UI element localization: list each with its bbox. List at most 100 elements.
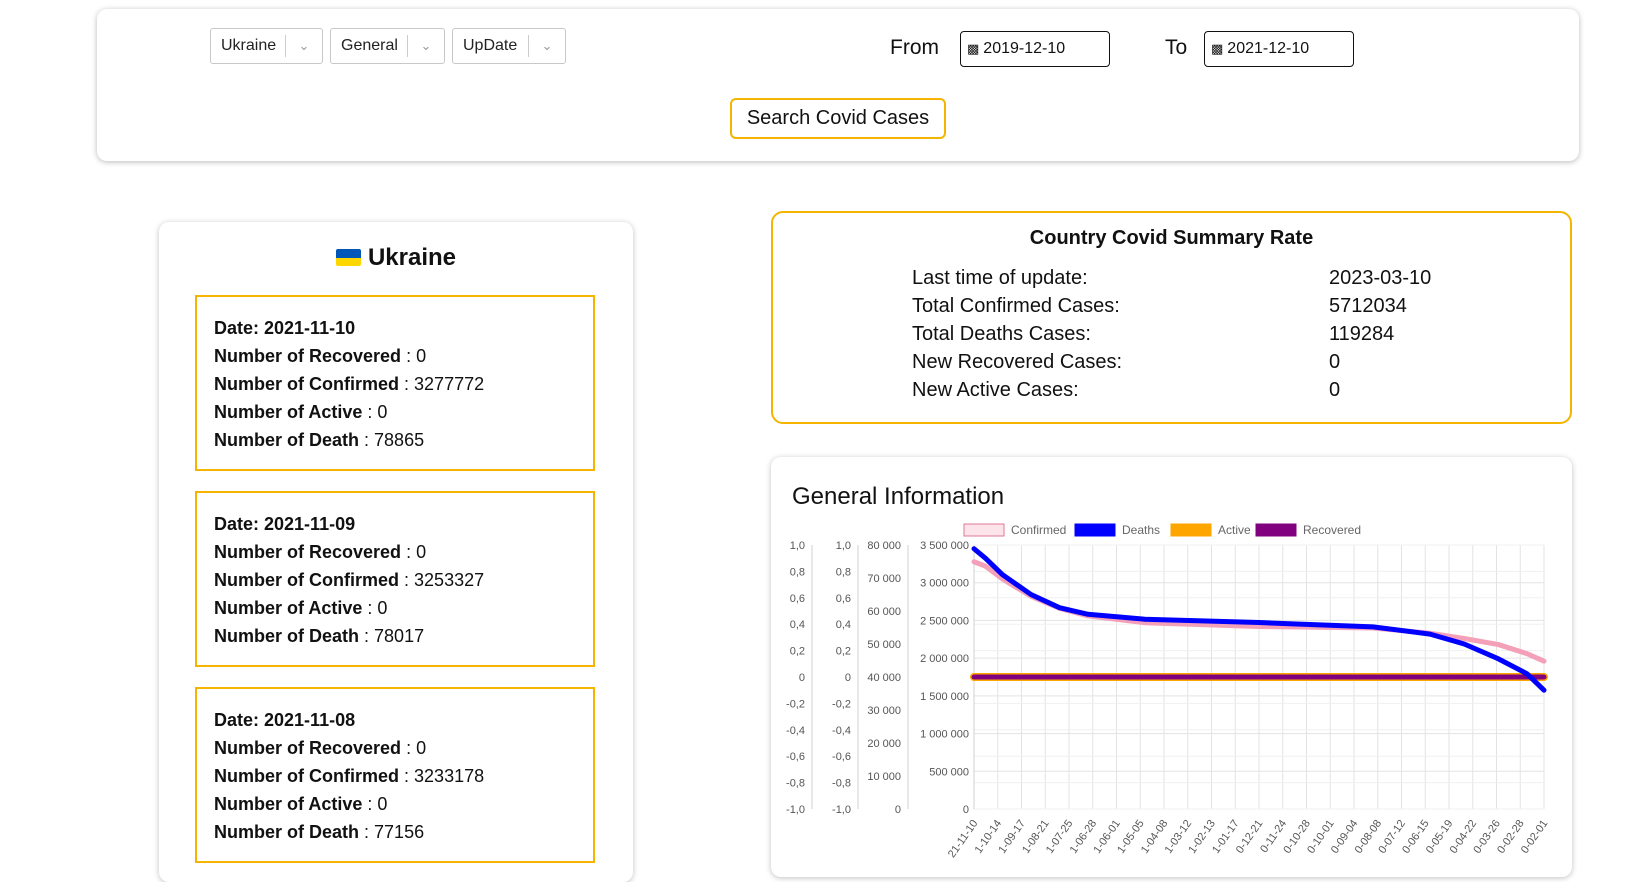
death-value: : 77156 (364, 822, 425, 842)
summary-value: 0 (1329, 351, 1341, 373)
summary-label: New Active Cases: (912, 379, 1079, 401)
chevron-down-icon[interactable]: ⌄ (408, 38, 444, 54)
recovered-value: : 0 (406, 542, 427, 562)
legend-swatch (963, 523, 1005, 537)
y-tick-label: 0,6 (790, 593, 805, 605)
summary-value: 5712034 (1329, 295, 1407, 317)
legend-swatch (1074, 523, 1116, 537)
recovered-label: Number of Recovered (214, 542, 402, 562)
y-tick-label: 3 000 000 (920, 578, 969, 590)
country-records-card: Ukraine Date: 2021-11-10 Number of Recov… (159, 222, 633, 882)
chevron-down-icon[interactable]: ⌄ (529, 38, 565, 54)
y-tick-label: 0,4 (790, 619, 805, 631)
summary-value: 119284 (1329, 323, 1395, 345)
y-tick-label: 1,0 (836, 540, 851, 552)
calendar-icon: ▩ (1211, 41, 1224, 56)
summary-label: Total Confirmed Cases: (912, 295, 1120, 317)
active-label: Number of Active (214, 402, 363, 422)
summary-card: Country Covid Summary Rate Last time of … (771, 211, 1572, 424)
y-tick-label: -0,2 (786, 698, 805, 710)
recovered-value: : 0 (406, 738, 427, 758)
record-date: Date: 2021-11-10 (214, 318, 356, 338)
country-heading: Ukraine (159, 244, 633, 272)
record-card: Date: 2021-11-08 Number of Recovered : 0… (195, 687, 595, 863)
y-tick-label: 40 000 (867, 672, 901, 684)
y-tick-label: -0,4 (786, 725, 805, 737)
death-value: : 78017 (364, 626, 425, 646)
country-name: Ukraine (367, 244, 457, 271)
recovered-value: : 0 (406, 346, 427, 366)
confirmed-value: : 3277772 (404, 374, 485, 394)
general-information-chart: 1,0 0,8 0,6 0,4 0,2 0 -0,2 -0,4 -0,6 -0,8 -1,0 1,0 0… (786, 523, 1550, 860)
y-tick-label: 1,0 (790, 540, 805, 552)
active-label: Number of Active (214, 794, 363, 814)
y-tick-label: -0,6 (832, 751, 851, 763)
record-card: Date: 2021-11-09 Number of Recovered : 0… (195, 491, 595, 667)
active-value: : 0 (367, 794, 388, 814)
y-tick-label: 2 000 000 (920, 653, 969, 665)
y-tick-label: 1 000 000 (920, 729, 969, 741)
from-date-input[interactable]: ▩ 2019-12-10 (960, 31, 1110, 67)
legend-label: Confirmed (1011, 523, 1066, 537)
active-label: Number of Active (214, 598, 363, 618)
y-tick-label: 3 500 000 (920, 540, 969, 552)
death-label: Number of Death (214, 430, 360, 450)
y-tick-label: 0,4 (836, 619, 851, 631)
y-tick-label: 0,8 (790, 566, 805, 578)
to-date-value: 2021-12-10 (1227, 40, 1310, 57)
y-tick-label: -1,0 (832, 804, 851, 816)
recovered-label: Number of Recovered (214, 346, 402, 366)
to-date-input[interactable]: ▩ 2021-12-10 (1204, 31, 1354, 67)
y-tick-label: 70 000 (867, 573, 901, 585)
y-tick-label: -0,6 (786, 751, 805, 763)
confirmed-label: Number of Confirmed (214, 374, 400, 394)
y-tick-label: 0 (845, 672, 851, 684)
y-tick-label: 50 000 (867, 639, 901, 651)
y-tick-label: 30 000 (867, 705, 901, 717)
y-tick-label: 60 000 (867, 606, 901, 618)
confirmed-value: : 3233178 (404, 766, 485, 786)
summary-value: 0 (1329, 379, 1341, 401)
legend-swatch (1170, 523, 1212, 537)
y-tick-label: 0 (895, 804, 901, 816)
chevron-down-icon[interactable]: ⌄ (286, 38, 322, 54)
summary-value: 2023-03-10 (1329, 267, 1432, 289)
y-tick-label: 0 (799, 672, 805, 684)
sort-select[interactable]: UpDate ⌄ (452, 28, 566, 64)
y-tick-label: 500 000 (929, 766, 969, 778)
country-select-value: Ukraine (221, 37, 277, 54)
y-tick-label: 0 (963, 804, 969, 816)
active-value: : 0 (367, 402, 388, 422)
legend-swatch (1255, 523, 1297, 537)
search-covid-cases-button[interactable]: Search Covid Cases (730, 98, 946, 139)
y-tick-label: 0,2 (790, 646, 805, 658)
chart-card: General Information 1,0 0,8 0,6 0,4 0,2 0 -0,2… (771, 457, 1572, 877)
country-select[interactable]: Ukraine ⌄ (210, 28, 323, 64)
to-label: To (1165, 36, 1188, 59)
confirmed-label: Number of Confirmed (214, 570, 400, 590)
y-tick-label: -0,8 (786, 778, 805, 790)
record-card: Date: 2021-11-10 Number of Recovered : 0… (195, 295, 595, 471)
calendar-icon: ▩ (967, 41, 980, 56)
y-tick-label: 0,6 (836, 593, 851, 605)
summary-label: Last time of update: (912, 267, 1088, 289)
death-label: Number of Death (214, 626, 360, 646)
type-select-value: General (341, 37, 398, 54)
type-select[interactable]: General ⌄ (330, 28, 445, 64)
y-tick-label: -1,0 (786, 804, 805, 816)
summary-label: New Recovered Cases: (912, 351, 1123, 373)
summary-title: Country Covid Summary Rate (1029, 227, 1314, 249)
legend-label: Deaths (1122, 523, 1160, 537)
y-tick-label: -0,8 (832, 778, 851, 790)
recovered-label: Number of Recovered (214, 738, 402, 758)
active-value: : 0 (367, 598, 388, 618)
legend-label: Active (1218, 523, 1251, 537)
death-value: : 78865 (364, 430, 425, 450)
sort-select-value: UpDate (463, 37, 518, 54)
filter-card: Ukraine ⌄ General ⌄ UpDate ⌄ From ▩ 2019… (97, 9, 1579, 161)
ukraine-flag-icon (335, 249, 361, 266)
confirmed-label: Number of Confirmed (214, 766, 400, 786)
y-tick-label: 80 000 (867, 540, 901, 552)
x-tick-label: 21-11-10 (946, 818, 981, 860)
death-label: Number of Death (214, 822, 360, 842)
